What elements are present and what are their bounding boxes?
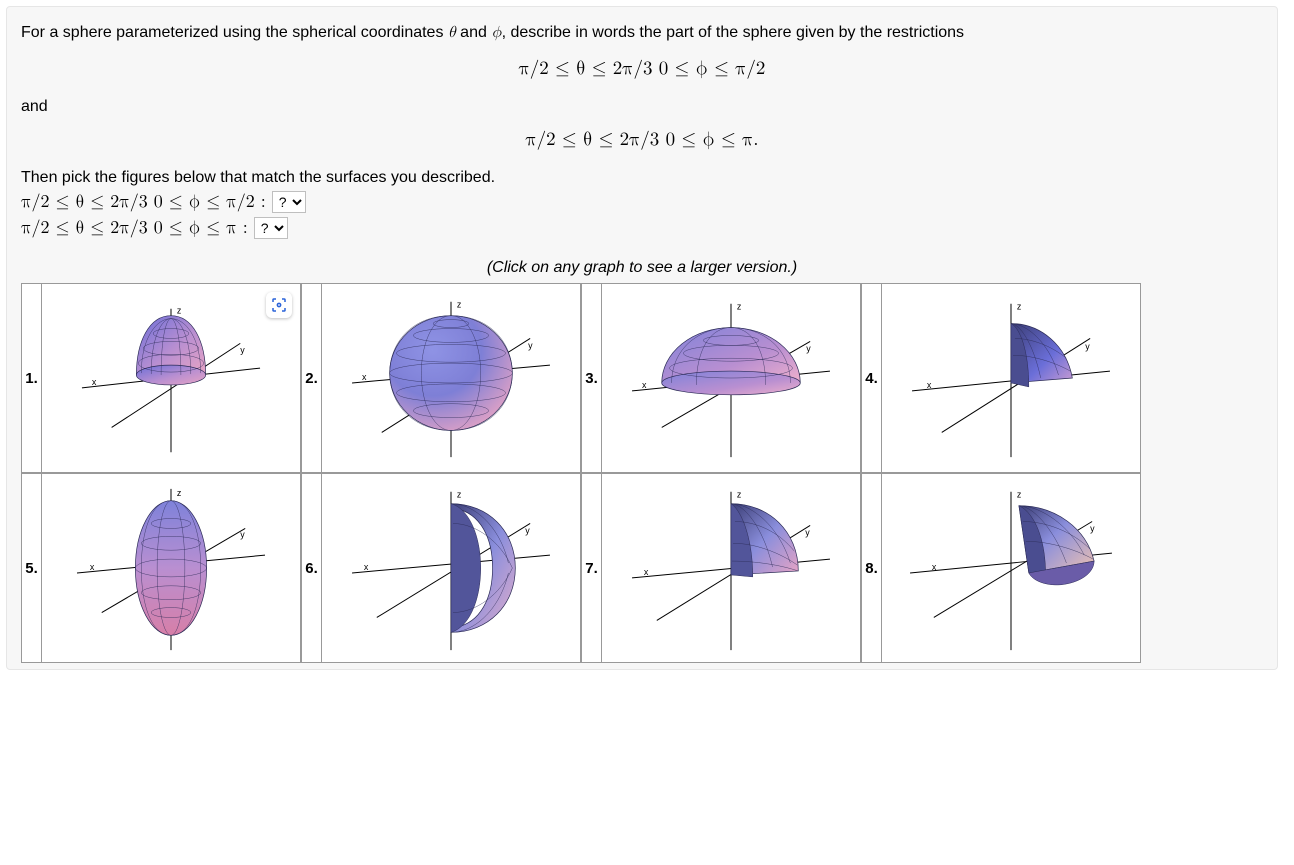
figure-3-graph[interactable]: x y z xyxy=(601,283,861,473)
figure-3-number: 3. xyxy=(581,283,601,473)
sphere-plot-1: x y z xyxy=(42,284,300,472)
figure-6-graph[interactable]: x y z xyxy=(321,473,581,663)
figures-grid: 1. x y z xyxy=(21,283,1263,663)
figure-4-number: 4. xyxy=(861,283,881,473)
figure-7-graph[interactable]: x y z xyxy=(601,473,861,663)
svg-text:x: x xyxy=(90,562,95,572)
equation-1: π/2 ≤ θ ≤ 2π/3 0 ≤ ϕ ≤ π/2 xyxy=(21,57,1263,80)
selector-2-dropdown[interactable]: ? xyxy=(254,217,288,239)
svg-text:x: x xyxy=(644,567,649,577)
and-word: and xyxy=(21,98,1263,116)
intro-mid: and xyxy=(456,24,492,41)
svg-text:y: y xyxy=(806,343,811,353)
figure-7-number: 7. xyxy=(581,473,601,663)
sphere-plot-4: x y z xyxy=(882,284,1140,472)
figure-4-graph[interactable]: x y z xyxy=(881,283,1141,473)
sphere-plot-7: x y z xyxy=(602,474,860,662)
figure-1-graph[interactable]: x y z xyxy=(41,283,301,473)
svg-text:x: x xyxy=(362,372,367,382)
svg-text:z: z xyxy=(457,300,461,310)
selector-line-1: π/2 ≤ θ ≤ 2π/3 0 ≤ ϕ ≤ π/2 : ? xyxy=(21,191,1263,213)
figure-1-number: 1. xyxy=(21,283,41,473)
figure-2-graph[interactable]: x y z xyxy=(321,283,581,473)
question-panel: For a sphere parameterized using the sph… xyxy=(6,6,1278,670)
svg-text:z: z xyxy=(177,488,181,498)
graphs-caption: (Click on any graph to see a larger vers… xyxy=(21,259,1263,277)
svg-text:x: x xyxy=(642,380,647,390)
svg-text:y: y xyxy=(1090,523,1095,533)
svg-text:x: x xyxy=(364,562,369,572)
equation-2: π/2 ≤ θ ≤ 2π/3 0 ≤ ϕ ≤ π. xyxy=(21,128,1263,151)
figure-5-number: 5. xyxy=(21,473,41,663)
svg-text:z: z xyxy=(1017,490,1021,500)
svg-text:z: z xyxy=(1017,302,1021,312)
svg-text:y: y xyxy=(240,529,245,539)
selector-2-label: π/2 ≤ θ ≤ 2π/3 0 ≤ ϕ ≤ π : xyxy=(21,217,248,239)
svg-text:y: y xyxy=(805,527,810,537)
phi-symbol: ϕ xyxy=(491,25,501,41)
sphere-plot-6: x y z xyxy=(322,474,580,662)
theta-symbol: θ xyxy=(448,25,456,41)
figure-2-number: 2. xyxy=(301,283,321,473)
svg-text:x: x xyxy=(92,377,97,387)
figure-8-number: 8. xyxy=(861,473,881,663)
svg-text:z: z xyxy=(737,490,741,500)
intro-pre: For a sphere parameterized using the sph… xyxy=(21,24,448,41)
svg-text:x: x xyxy=(927,380,932,390)
sphere-plot-5: x y z xyxy=(42,474,300,662)
prompt-text: For a sphere parameterized using the sph… xyxy=(21,21,1263,45)
svg-text:z: z xyxy=(457,490,461,500)
figure-8-graph[interactable]: x y z xyxy=(881,473,1141,663)
selector-1-dropdown[interactable]: ? xyxy=(272,191,306,213)
svg-text:y: y xyxy=(525,525,530,535)
svg-text:y: y xyxy=(1085,341,1090,351)
svg-text:y: y xyxy=(240,345,245,355)
figure-6-number: 6. xyxy=(301,473,321,663)
focus-icon[interactable] xyxy=(266,292,292,318)
svg-text:z: z xyxy=(177,306,181,316)
figure-5-graph[interactable]: x y z xyxy=(41,473,301,663)
selector-1-label: π/2 ≤ θ ≤ 2π/3 0 ≤ ϕ ≤ π/2 : xyxy=(21,191,266,213)
selector-line-2: π/2 ≤ θ ≤ 2π/3 0 ≤ ϕ ≤ π : ? xyxy=(21,217,1263,239)
intro-post: , describe in words the part of the sphe… xyxy=(502,24,964,41)
svg-text:z: z xyxy=(737,302,741,312)
then-pick: Then pick the figures below that match t… xyxy=(21,169,1263,187)
svg-text:y: y xyxy=(528,340,533,350)
sphere-plot-8: x y z xyxy=(882,474,1140,662)
svg-text:x: x xyxy=(932,562,937,572)
sphere-plot-2: x y z xyxy=(322,284,580,472)
sphere-plot-3: x y z xyxy=(602,284,860,472)
